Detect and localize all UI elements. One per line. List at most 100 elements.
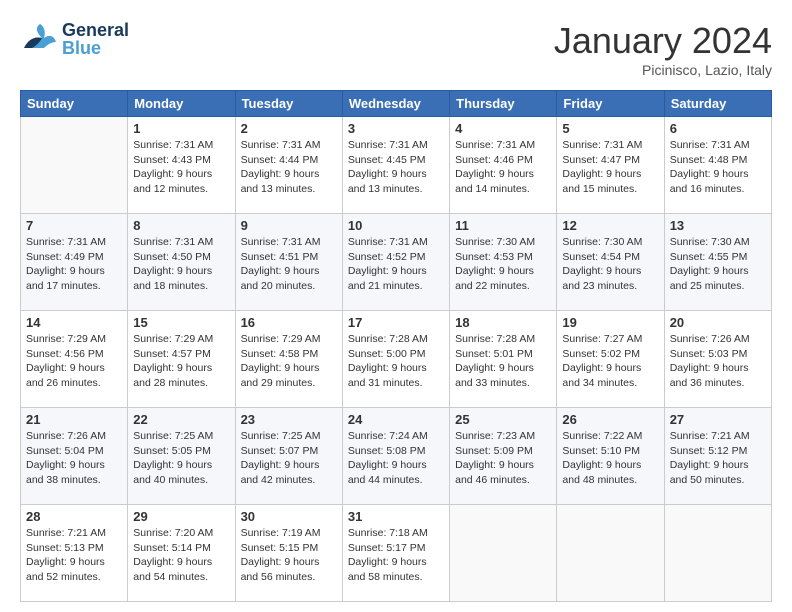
table-row: 23 Sunrise: 7:25 AM Sunset: 5:07 PM Dayli…: [235, 408, 342, 505]
day-info: Sunrise: 7:21 AM Sunset: 5:13 PM Dayligh…: [26, 526, 122, 585]
title-area: January 2024 Picinisco, Lazio, Italy: [554, 20, 772, 78]
table-row: 16Sunrise: 7:29 AM Sunset: 4:58 PM Dayli…: [235, 311, 342, 408]
day-info: Sunrise: 7:26 AM Sunset: 5:04 PM Dayligh…: [26, 429, 122, 488]
week-row-4: 28Sunrise: 7:21 AM Sunset: 5:13 PM Dayli…: [21, 505, 772, 602]
table-row: [664, 505, 771, 602]
day-info: Sunrise: 7:30 AM Sunset: 4:54 PM Dayligh…: [562, 235, 658, 294]
day-info: Sunrise: 7:24 AM Sunset: 5:08 PM Dayligh…: [348, 429, 444, 488]
table-row: 6 Sunrise: 7:31 AM Sunset: 4:48 PM Daylig…: [664, 117, 771, 214]
table-row: 4Sunrise: 7:31 AM Sunset: 4:46 PM Daylig…: [450, 117, 557, 214]
day-number: 12: [562, 218, 658, 233]
day-number: 21: [26, 412, 122, 427]
day-info: Sunrise: 7:25 AM Sunset: 5:07 PM Dayligh…: [241, 429, 337, 488]
logo: General Blue: [20, 20, 129, 58]
day-info: Sunrise: 7:27 AM Sunset: 5:02 PM Dayligh…: [562, 332, 658, 391]
day-number: 19: [562, 315, 658, 330]
week-row-0: 1 Sunrise: 7:31 AM Sunset: 4:43 PM Daylig…: [21, 117, 772, 214]
table-row: 31Sunrise: 7:18 AM Sunset: 5:17 PM Dayli…: [342, 505, 449, 602]
week-row-2: 14Sunrise: 7:29 AM Sunset: 4:56 PM Dayli…: [21, 311, 772, 408]
day-info: Sunrise: 7:30 AM Sunset: 4:55 PM Dayligh…: [670, 235, 766, 294]
table-row: 27Sunrise: 7:21 AM Sunset: 5:12 PM Dayli…: [664, 408, 771, 505]
day-number: 26: [562, 412, 658, 427]
day-info: Sunrise: 7:31 AM Sunset: 4:44 PM Dayligh…: [241, 138, 337, 197]
header: General Blue January 2024 Picinisco, Laz…: [20, 20, 772, 78]
day-number: 4: [455, 121, 551, 136]
day-number: 23: [241, 412, 337, 427]
header-row: Sunday Monday Tuesday Wednesday Thursday…: [21, 91, 772, 117]
day-number: 11: [455, 218, 551, 233]
table-row: [450, 505, 557, 602]
day-info: Sunrise: 7:30 AM Sunset: 4:53 PM Dayligh…: [455, 235, 551, 294]
day-info: Sunrise: 7:19 AM Sunset: 5:15 PM Dayligh…: [241, 526, 337, 585]
table-row: 14Sunrise: 7:29 AM Sunset: 4:56 PM Dayli…: [21, 311, 128, 408]
day-number: 17: [348, 315, 444, 330]
table-row: 9 Sunrise: 7:31 AM Sunset: 4:51 PM Daylig…: [235, 214, 342, 311]
week-row-3: 21 Sunrise: 7:26 AM Sunset: 5:04 PM Dayli…: [21, 408, 772, 505]
calendar-table: Sunday Monday Tuesday Wednesday Thursday…: [20, 90, 772, 602]
table-row: 10 Sunrise: 7:31 AM Sunset: 4:52 PM Dayli…: [342, 214, 449, 311]
day-number: 10: [348, 218, 444, 233]
table-row: 13 Sunrise: 7:30 AM Sunset: 4:55 PM Dayli…: [664, 214, 771, 311]
table-row: 28Sunrise: 7:21 AM Sunset: 5:13 PM Dayli…: [21, 505, 128, 602]
day-number: 31: [348, 509, 444, 524]
day-info: Sunrise: 7:25 AM Sunset: 5:05 PM Dayligh…: [133, 429, 229, 488]
day-number: 2: [241, 121, 337, 136]
table-row: 30 Sunrise: 7:19 AM Sunset: 5:15 PM Dayli…: [235, 505, 342, 602]
table-row: 1 Sunrise: 7:31 AM Sunset: 4:43 PM Daylig…: [128, 117, 235, 214]
day-number: 22: [133, 412, 229, 427]
day-info: Sunrise: 7:23 AM Sunset: 5:09 PM Dayligh…: [455, 429, 551, 488]
col-sunday: Sunday: [21, 91, 128, 117]
week-row-1: 7 Sunrise: 7:31 AM Sunset: 4:49 PM Daylig…: [21, 214, 772, 311]
day-number: 16: [241, 315, 337, 330]
table-row: 20 Sunrise: 7:26 AM Sunset: 5:03 PM Dayli…: [664, 311, 771, 408]
day-number: 20: [670, 315, 766, 330]
day-number: 5: [562, 121, 658, 136]
table-row: 5 Sunrise: 7:31 AM Sunset: 4:47 PM Daylig…: [557, 117, 664, 214]
table-row: 19 Sunrise: 7:27 AM Sunset: 5:02 PM Dayli…: [557, 311, 664, 408]
day-info: Sunrise: 7:21 AM Sunset: 5:12 PM Dayligh…: [670, 429, 766, 488]
day-info: Sunrise: 7:31 AM Sunset: 4:49 PM Dayligh…: [26, 235, 122, 294]
day-info: Sunrise: 7:26 AM Sunset: 5:03 PM Dayligh…: [670, 332, 766, 391]
table-row: 3 Sunrise: 7:31 AM Sunset: 4:45 PM Daylig…: [342, 117, 449, 214]
day-number: 8: [133, 218, 229, 233]
table-row: 2 Sunrise: 7:31 AM Sunset: 4:44 PM Daylig…: [235, 117, 342, 214]
day-number: 30: [241, 509, 337, 524]
day-info: Sunrise: 7:20 AM Sunset: 5:14 PM Dayligh…: [133, 526, 229, 585]
day-number: 6: [670, 121, 766, 136]
day-info: Sunrise: 7:31 AM Sunset: 4:48 PM Dayligh…: [670, 138, 766, 197]
col-thursday: Thursday: [450, 91, 557, 117]
day-info: Sunrise: 7:31 AM Sunset: 4:51 PM Dayligh…: [241, 235, 337, 294]
day-number: 18: [455, 315, 551, 330]
logo-bird-icon: [20, 20, 58, 58]
day-number: 13: [670, 218, 766, 233]
col-tuesday: Tuesday: [235, 91, 342, 117]
location: Picinisco, Lazio, Italy: [554, 62, 772, 78]
logo-general-text: General: [62, 21, 129, 39]
col-wednesday: Wednesday: [342, 91, 449, 117]
table-row: 22 Sunrise: 7:25 AM Sunset: 5:05 PM Dayli…: [128, 408, 235, 505]
day-number: 24: [348, 412, 444, 427]
day-number: 29: [133, 509, 229, 524]
day-number: 14: [26, 315, 122, 330]
day-info: Sunrise: 7:31 AM Sunset: 4:52 PM Dayligh…: [348, 235, 444, 294]
day-number: 25: [455, 412, 551, 427]
table-row: 29 Sunrise: 7:20 AM Sunset: 5:14 PM Dayli…: [128, 505, 235, 602]
table-row: 21 Sunrise: 7:26 AM Sunset: 5:04 PM Dayli…: [21, 408, 128, 505]
table-row: 12 Sunrise: 7:30 AM Sunset: 4:54 PM Dayli…: [557, 214, 664, 311]
table-row: 15Sunrise: 7:29 AM Sunset: 4:57 PM Dayli…: [128, 311, 235, 408]
day-number: 9: [241, 218, 337, 233]
table-row: 8Sunrise: 7:31 AM Sunset: 4:50 PM Daylig…: [128, 214, 235, 311]
day-info: Sunrise: 7:31 AM Sunset: 4:43 PM Dayligh…: [133, 138, 229, 197]
col-friday: Friday: [557, 91, 664, 117]
logo-words: General Blue: [62, 21, 129, 57]
day-info: Sunrise: 7:29 AM Sunset: 4:57 PM Dayligh…: [133, 332, 229, 391]
day-number: 7: [26, 218, 122, 233]
day-info: Sunrise: 7:31 AM Sunset: 4:47 PM Dayligh…: [562, 138, 658, 197]
day-number: 3: [348, 121, 444, 136]
day-info: Sunrise: 7:31 AM Sunset: 4:45 PM Dayligh…: [348, 138, 444, 197]
day-number: 1: [133, 121, 229, 136]
month-title: January 2024: [554, 20, 772, 62]
day-info: Sunrise: 7:28 AM Sunset: 5:01 PM Dayligh…: [455, 332, 551, 391]
table-row: 11 Sunrise: 7:30 AM Sunset: 4:53 PM Dayli…: [450, 214, 557, 311]
col-saturday: Saturday: [664, 91, 771, 117]
